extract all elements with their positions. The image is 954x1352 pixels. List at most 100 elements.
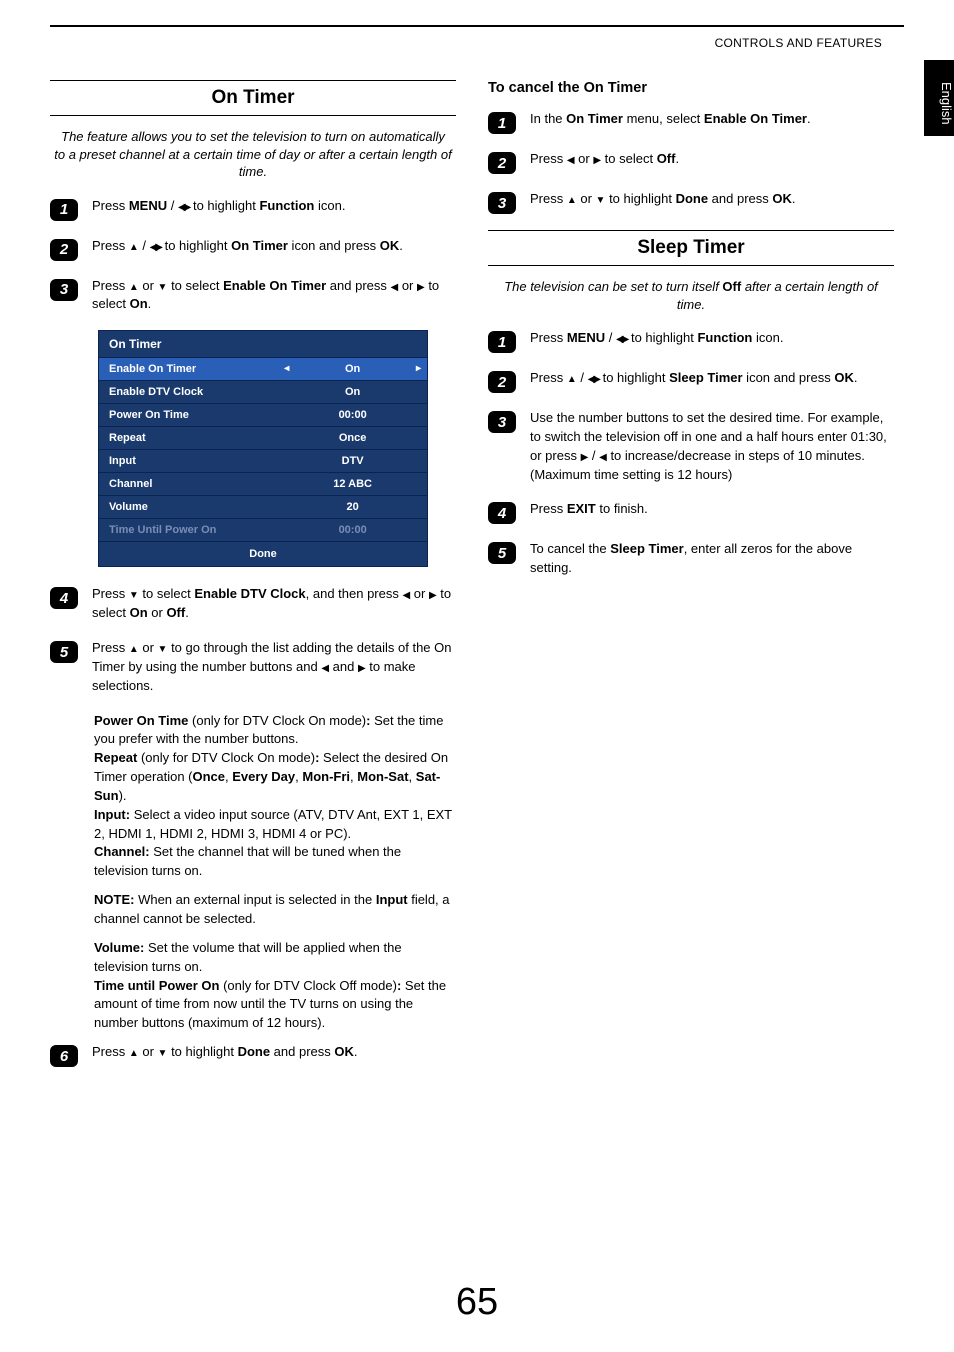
right-column: To cancel the On Timer 1 In the On Timer…: [488, 80, 894, 1262]
step-text: Press / to highlight On Timer icon and p…: [92, 237, 456, 256]
left-right-icon: [616, 330, 627, 345]
osd-label: Time Until Power On: [99, 519, 278, 541]
up-icon: [129, 278, 139, 293]
up-icon: [129, 238, 139, 253]
down-icon: [596, 191, 606, 206]
step-text: Press MENU / to highlight Function icon.: [530, 329, 894, 348]
cancel-step-1: 1 In the On Timer menu, select Enable On…: [488, 110, 894, 134]
osd-row: Volume 20: [99, 495, 427, 518]
osd-value: 20: [278, 496, 427, 518]
left-right-icon: [178, 198, 189, 213]
osd-done: Done: [99, 541, 427, 566]
osd-title: On Timer: [99, 331, 427, 357]
osd-value: 12 ABC: [278, 473, 427, 495]
on-timer-intro: The feature allows you to set the televi…: [50, 128, 456, 181]
down-icon: [158, 1044, 168, 1059]
cancel-step-2: 2 Press or to select Off.: [488, 150, 894, 174]
up-icon: [129, 640, 139, 655]
step-4: 4 Press to select Enable DTV Clock, and …: [50, 585, 456, 623]
step-badge: 5: [488, 542, 516, 564]
osd-value: On: [278, 358, 427, 380]
step-badge: 1: [488, 331, 516, 353]
sleep-step-4: 4 Press EXIT to finish.: [488, 500, 894, 524]
step-3: 3 Press or to select Enable On Timer and…: [50, 277, 456, 315]
osd-label: Volume: [99, 496, 278, 518]
step-text: In the On Timer menu, select Enable On T…: [530, 110, 894, 129]
sleep-step-5: 5 To cancel the Sleep Timer, enter all z…: [488, 540, 894, 578]
down-icon: [158, 640, 168, 655]
on-timer-title: On Timer: [50, 80, 456, 116]
step-text: Press or to select Enable On Timer and p…: [92, 277, 456, 315]
sleep-step-2: 2 Press / to highlight Sleep Timer icon …: [488, 369, 894, 393]
step-text: Press or to highlight Done and press OK.: [530, 190, 894, 209]
step-badge: 4: [488, 502, 516, 524]
step-text: Press EXIT to finish.: [530, 500, 894, 519]
osd-row: Repeat Once: [99, 426, 427, 449]
up-icon: [567, 370, 577, 385]
right-icon: [417, 278, 425, 293]
cancel-on-timer-title: To cancel the On Timer: [488, 80, 894, 96]
osd-value: 00:00: [278, 404, 427, 426]
sleep-step-3: 3 Use the number buttons to set the desi…: [488, 409, 894, 484]
step-badge: 4: [50, 587, 78, 609]
step-badge: 6: [50, 1045, 78, 1067]
osd-row: Enable On Timer On: [99, 357, 427, 380]
header-section: CONTROLS AND FEATURES: [715, 36, 882, 50]
page-number: 65: [0, 1281, 954, 1324]
step-text: Press / to highlight Sleep Timer icon an…: [530, 369, 894, 388]
osd-label: Enable On Timer: [99, 358, 278, 380]
top-rule: [50, 25, 904, 27]
osd-menu: On Timer Enable On Timer On Enable DTV C…: [98, 330, 428, 567]
cancel-step-3: 3 Press or to highlight Done and press O…: [488, 190, 894, 214]
content-area: On Timer The feature allows you to set t…: [50, 80, 894, 1262]
up-icon: [129, 1044, 139, 1059]
step-text: Press or to highlight Done and press OK.: [92, 1043, 456, 1062]
left-right-icon: [150, 238, 161, 253]
osd-row: Power On Time 00:00: [99, 403, 427, 426]
right-icon: [358, 659, 366, 674]
step-1: 1 Press MENU / to highlight Function ico…: [50, 197, 456, 221]
step-badge: 1: [50, 199, 78, 221]
osd-value: Once: [278, 427, 427, 449]
step-5: 5 Press or to go through the list adding…: [50, 639, 456, 696]
osd-value: DTV: [278, 450, 427, 472]
step-badge: 2: [50, 239, 78, 261]
step-badge: 5: [50, 641, 78, 663]
step-text: Press MENU / to highlight Function icon.: [92, 197, 456, 216]
step-badge: 3: [50, 279, 78, 301]
step-badge: 3: [488, 192, 516, 214]
step-text: Press to select Enable DTV Clock, and th…: [92, 585, 456, 623]
left-right-icon: [588, 370, 599, 385]
step-badge: 2: [488, 371, 516, 393]
left-icon: [599, 448, 607, 463]
step-badge: 2: [488, 152, 516, 174]
step-text: Use the number buttons to set the desire…: [530, 409, 894, 484]
sleep-timer-title: Sleep Timer: [488, 230, 894, 266]
sleep-timer-intro: The television can be set to turn itself…: [488, 278, 894, 313]
osd-label: Repeat: [99, 427, 278, 449]
osd-value: 00:00: [278, 519, 427, 541]
step-text: Press or to select Off.: [530, 150, 894, 169]
osd-row: Enable DTV Clock On: [99, 380, 427, 403]
detail-volume-time: Volume: Set the volume that will be appl…: [94, 939, 456, 1033]
left-icon: [567, 151, 575, 166]
osd-label: Enable DTV Clock: [99, 381, 278, 403]
sleep-step-1: 1 Press MENU / to highlight Function ico…: [488, 329, 894, 353]
right-icon: [429, 586, 437, 601]
osd-row: Input DTV: [99, 449, 427, 472]
detail-note: NOTE: When an external input is selected…: [94, 891, 456, 929]
step-2: 2 Press / to highlight On Timer icon and…: [50, 237, 456, 261]
step-badge: 1: [488, 112, 516, 134]
step-badge: 3: [488, 411, 516, 433]
step-6: 6 Press or to highlight Done and press O…: [50, 1043, 456, 1067]
left-column: On Timer The feature allows you to set t…: [50, 80, 456, 1262]
step-text: To cancel the Sleep Timer, enter all zer…: [530, 540, 894, 578]
osd-row: Time Until Power On 00:00: [99, 518, 427, 541]
down-icon: [129, 586, 139, 601]
language-tab: English: [924, 60, 954, 136]
osd-value: On: [278, 381, 427, 403]
osd-label: Input: [99, 450, 278, 472]
detail-power-on-time: Power On Time (only for DTV Clock On mod…: [94, 712, 456, 882]
up-icon: [567, 191, 577, 206]
osd-row: Channel 12 ABC: [99, 472, 427, 495]
